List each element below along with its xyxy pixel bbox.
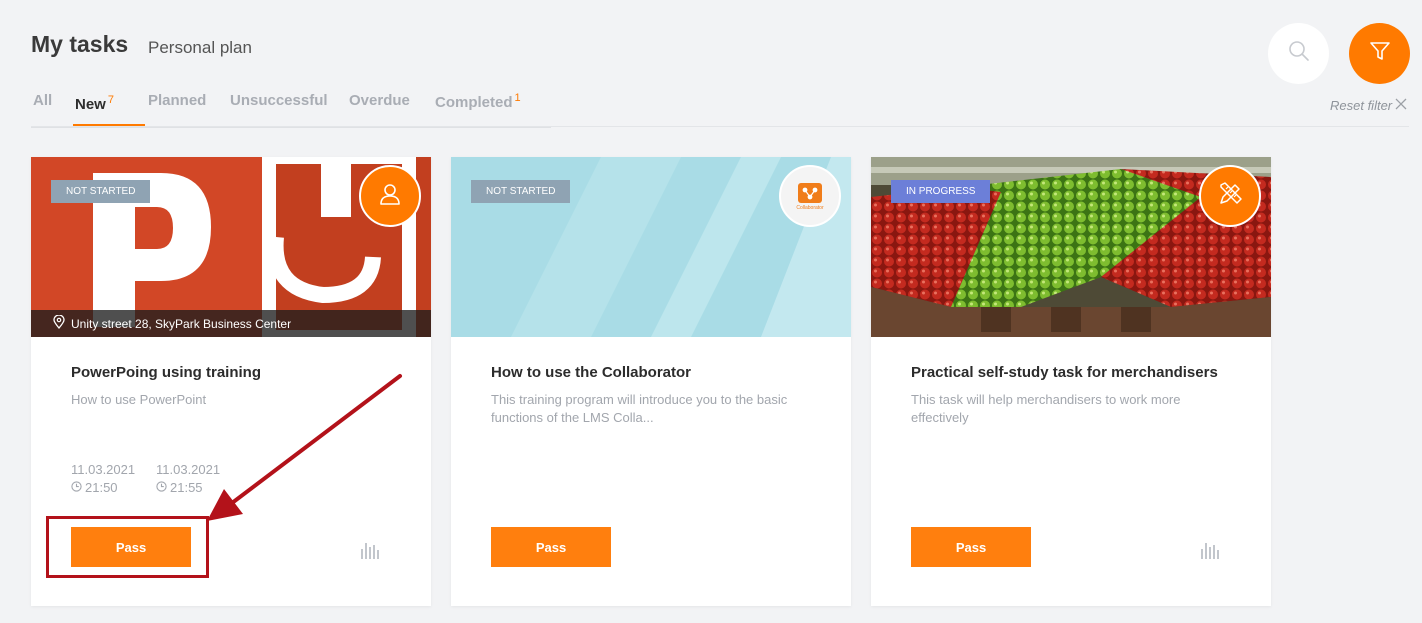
page-subtitle[interactable]: Personal plan <box>148 38 252 58</box>
task-type-badge: Collaborator <box>779 165 841 227</box>
tab-count-badge: 1 <box>514 92 521 104</box>
card-image-collaborator: NOT STARTED Collaborator <box>451 157 851 337</box>
search-button[interactable] <box>1268 23 1329 84</box>
tab-completed[interactable]: Completed 1 <box>435 92 521 111</box>
start-date: 11.03.2021 21:50 <box>71 461 135 497</box>
tab-label: Overdue <box>349 92 410 109</box>
end-date-text: 11.03.2021 <box>156 462 221 477</box>
start-date-text: 11.03.2021 <box>71 462 136 477</box>
tab-label: Completed <box>435 94 513 111</box>
reset-filter-link[interactable]: Reset filter <box>1330 98 1407 113</box>
tab-count-badge: 7 <box>107 94 114 106</box>
clock-icon <box>156 479 167 497</box>
end-date: 11.03.2021 21:55 <box>156 461 220 497</box>
card-title[interactable]: Practical self-study task for merchandis… <box>911 364 1218 381</box>
annotation-highlight-box <box>46 516 209 578</box>
card-image-powerpoint: NOT STARTED Unity street 28, SkyPark Bus… <box>31 157 431 337</box>
tab-bar: All New 7 Planned Unsuccessful Overdue Co… <box>31 92 551 128</box>
tab-new[interactable]: New 7 <box>75 94 114 113</box>
tab-label: Unsuccessful <box>230 92 328 109</box>
pass-button[interactable]: Pass <box>491 527 611 567</box>
search-icon <box>1288 40 1310 67</box>
tab-planned[interactable]: Planned <box>148 92 206 109</box>
card-description: This training program will introduce you… <box>491 392 788 425</box>
close-icon <box>1395 98 1407 113</box>
card-title[interactable]: How to use the Collaborator <box>491 364 691 381</box>
statistics-icon[interactable] <box>360 541 382 564</box>
status-badge: IN PROGRESS <box>891 180 991 203</box>
task-card[interactable]: IN PROGRESS Practical self-study task fo… <box>871 157 1271 606</box>
status-badge: NOT STARTED <box>471 180 571 203</box>
divider <box>31 126 1409 127</box>
card-description: This task will help merchandisers to wor… <box>911 392 1181 425</box>
statistics-icon[interactable] <box>1200 541 1222 564</box>
tab-label: New <box>75 96 106 113</box>
page-title: My tasks <box>31 31 129 57</box>
funnel-icon <box>1369 40 1391 67</box>
collaborator-logo-text: Collaborator <box>796 204 824 211</box>
tab-unsuccessful[interactable]: Unsuccessful <box>230 92 328 109</box>
tab-label: All <box>33 92 53 109</box>
reset-filter-label: Reset filter <box>1330 98 1393 113</box>
tab-label: Planned <box>148 92 207 109</box>
card-image-fruit-market: IN PROGRESS <box>871 157 1271 337</box>
collaborator-logo-icon: Collaborator <box>796 182 824 211</box>
location-bar: Unity street 28, SkyPark Business Center <box>31 310 431 337</box>
location-pin-icon <box>53 314 65 332</box>
status-badge: NOT STARTED <box>51 180 151 203</box>
clock-icon <box>71 479 82 497</box>
task-type-badge <box>1199 165 1261 227</box>
end-time-text: 21:55 <box>170 480 203 495</box>
pass-button[interactable]: Pass <box>911 527 1031 567</box>
pencil-ruler-icon <box>1216 180 1244 213</box>
start-time-text: 21:50 <box>85 480 118 495</box>
user-icon <box>377 181 403 212</box>
task-card[interactable]: NOT STARTED Collaborator How to use the … <box>451 157 851 606</box>
card-description: How to use PowerPoint <box>71 392 207 407</box>
location-text: Unity street 28, SkyPark Business Center <box>71 316 292 331</box>
card-title[interactable]: PowerPoing using training <box>71 364 261 381</box>
tab-overdue[interactable]: Overdue <box>349 92 410 109</box>
filter-button[interactable] <box>1349 23 1410 84</box>
tab-all[interactable]: All <box>33 92 52 109</box>
task-type-badge <box>359 165 421 227</box>
